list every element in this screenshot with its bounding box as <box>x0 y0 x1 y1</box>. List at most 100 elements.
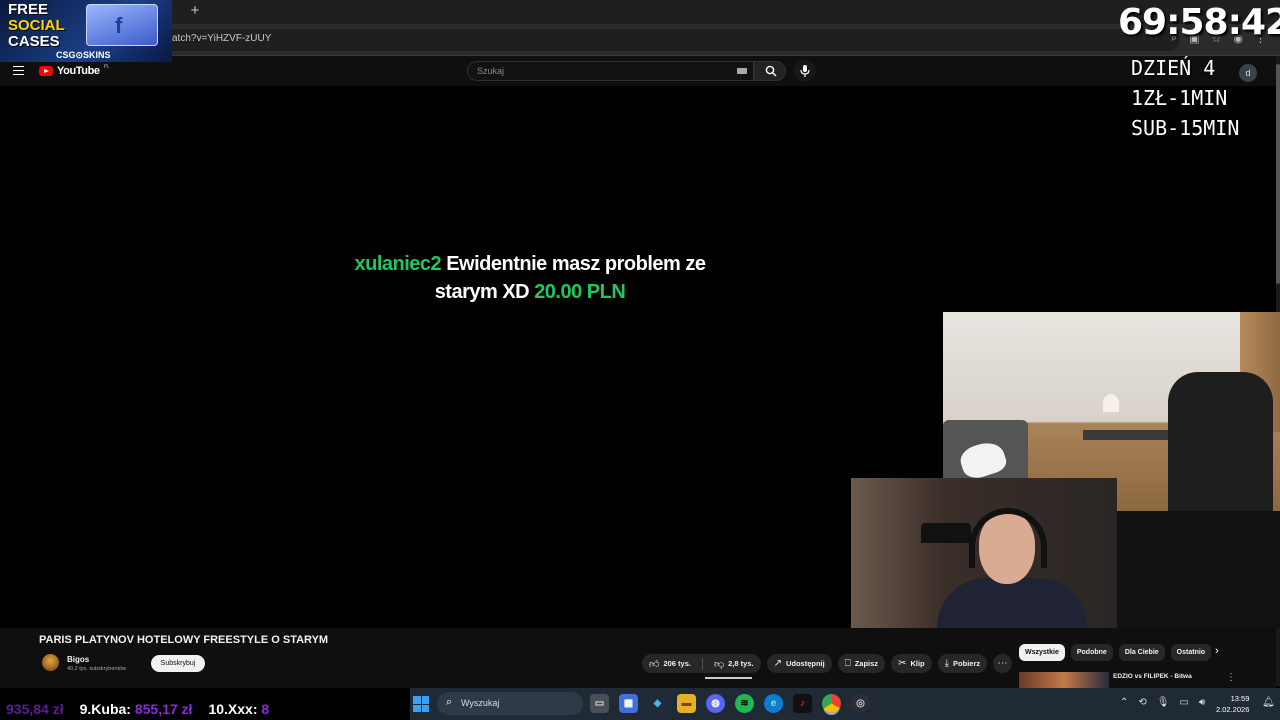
promo-line-3: CASES <box>8 33 60 50</box>
screen: × + atch?v=YiHZVF-zUUY ⌕ ▣ ☆ ◉ ⋮ YouTube… <box>0 0 1280 720</box>
leaderboard-name-9: 9.Kuba: <box>79 700 131 717</box>
obs-icon[interactable]: ◎ <box>851 694 870 713</box>
microphone-icon <box>800 65 810 77</box>
leaderboard-entry-10: 10.Xxx: 8 <box>208 701 269 717</box>
spotify-icon[interactable]: ≋ <box>735 694 754 713</box>
voice-search-button[interactable] <box>794 60 816 82</box>
youtube-wordmark: YouTube <box>57 65 100 77</box>
like-ratio-bar <box>705 677 752 679</box>
video-actions: 👍︎ 206 tys. 👎︎ 2,8 tys. ↗ Udostępnij ⎕ Z… <box>642 654 1013 673</box>
donation-line-1: xulaniec2 Ewidentnie masz problem ze <box>340 250 720 278</box>
channel-name[interactable]: Bigos <box>67 655 89 664</box>
share-icon: ↗ <box>773 658 782 669</box>
share-label: Udostępnij <box>785 659 825 668</box>
donation-message-1: Ewidentnie masz problem ze <box>446 253 706 275</box>
scrollbar-thumb[interactable] <box>1276 64 1280 284</box>
clip-button[interactable]: ✂ Klip <box>891 654 932 673</box>
clock-date: 2.02.2026 <box>1216 705 1250 714</box>
recommendation-chips: Wszystkie Podobne Dla Ciebie Ostatnio <box>1019 644 1212 661</box>
dislike-button[interactable]: 👎︎ 2,8 tys. <box>707 658 761 670</box>
file-explorer-icon[interactable]: ▬ <box>677 694 696 713</box>
download-button[interactable]: ⤓ Pobierz <box>937 654 988 673</box>
chevron-right-icon[interactable]: › <box>1215 645 1219 657</box>
chip-related[interactable]: Podobne <box>1070 644 1113 661</box>
donation-message-2: starym XD <box>434 281 530 303</box>
leaderboard-amount-9: 855,17 zł <box>134 700 193 717</box>
video-details: PARIS PLATYNOV HOTELOWY FREESTYLE O STAR… <box>0 628 1276 688</box>
system-clock[interactable]: 13:59 2.02.2026 <box>1216 693 1249 715</box>
sync-icon[interactable]: ⟲ <box>1138 697 1146 708</box>
camera-filler <box>1117 511 1280 628</box>
copilot-icon[interactable]: ◈ <box>648 694 667 713</box>
chip-recent[interactable]: Ostatnio <box>1170 644 1212 661</box>
search-input[interactable]: Szukaj <box>467 61 754 81</box>
search-icon: ⌕ <box>446 696 453 708</box>
taskbar-search[interactable]: ⌕ Wyszukaj <box>437 692 583 715</box>
more-actions-button[interactable]: ⋯ <box>993 654 1013 673</box>
donation-user: xulaniec2 <box>354 253 442 275</box>
chip-for-you[interactable]: Dla Ciebie <box>1118 644 1165 661</box>
youtube-header: YouTube PL Szukaj d <box>0 56 1280 86</box>
tiktok-icon[interactable]: ♪ <box>793 694 812 713</box>
share-button[interactable]: ↗ Udostępnij <box>766 654 832 673</box>
account-avatar[interactable]: d <box>1239 64 1257 82</box>
download-icon: ⤓ <box>944 658 950 669</box>
new-tab-button[interactable]: + <box>188 3 202 19</box>
like-dislike-group: 👍︎ 206 tys. 👎︎ 2,8 tys. <box>642 654 761 673</box>
discord-icon[interactable]: ◍ <box>706 694 725 713</box>
promo-line-2: SOCIAL <box>8 17 65 34</box>
chevron-up-icon[interactable]: ⌃ <box>1120 697 1128 708</box>
save-label: Zapisz <box>854 659 879 668</box>
youtube-logo[interactable]: YouTube PL <box>39 64 110 77</box>
donation-line-2: starym XD 20.00 PLN <box>340 278 720 306</box>
stream-info-sub: SUB-15MIN <box>1131 116 1240 140</box>
lamp <box>1103 394 1119 412</box>
store-icon[interactable]: ▦ <box>619 694 638 713</box>
headset <box>969 508 1047 568</box>
promo-banner: FREE SOCIAL CASES CSG⊙SKINS <box>0 0 172 62</box>
microphone-icon[interactable]: 🎙︎ <box>1157 697 1170 708</box>
recommendation-title[interactable]: EDZIO vs FILIPEK - Bitwa <box>1113 673 1213 681</box>
promo-text: FREE SOCIAL CASES <box>8 2 65 50</box>
donation-alert: xulaniec2 Ewidentnie masz problem ze sta… <box>340 250 720 306</box>
chrome-icon[interactable] <box>822 694 841 713</box>
volume-icon[interactable]: 🔊︎ <box>1199 697 1205 708</box>
taskbar-search-label: Wyszukaj <box>461 698 500 708</box>
donation-amount: 20.00 PLN <box>534 281 626 303</box>
subscribe-button[interactable]: Subskrybuj <box>151 655 205 672</box>
task-view-icon[interactable]: ▭ <box>590 694 609 713</box>
case-image <box>86 4 158 46</box>
url-field[interactable]: atch?v=YiHZVF-zUUY <box>160 29 1180 51</box>
search-icon <box>765 65 777 77</box>
like-button[interactable]: 👍︎ 206 tys. <box>642 658 698 670</box>
keyboard-icon[interactable] <box>737 68 747 74</box>
leaderboard-amount-8: 935,84 zł <box>6 700 64 717</box>
chip-all[interactable]: Wszystkie <box>1019 644 1065 661</box>
bookmark-icon: ⎕ <box>844 658 851 669</box>
search-button[interactable] <box>754 61 786 81</box>
promo-brand: CSG⊙SKINS <box>56 50 111 60</box>
like-count: 206 tys. <box>663 659 691 668</box>
recommendation-thumbnail[interactable] <box>1019 672 1109 688</box>
clock-time: 13:59 <box>1230 694 1250 703</box>
system-tray: ⌃ ⟲ 🎙︎ ▭ 🔊︎ <box>1120 697 1205 708</box>
thumbs-up-icon: 👍︎ <box>649 658 660 670</box>
more-horizontal-icon: ⋯ <box>997 658 1008 669</box>
save-button[interactable]: ⎕ Zapisz <box>837 654 886 673</box>
face-camera <box>851 478 1117 628</box>
promo-line-1: FREE <box>8 1 49 18</box>
more-vertical-icon[interactable]: ⋮ <box>1226 672 1236 683</box>
gaming-chair <box>1168 372 1273 511</box>
country-code: PL <box>103 64 110 70</box>
network-icon[interactable]: ▭ <box>1179 697 1188 708</box>
browser-address-bar: atch?v=YiHZVF-zUUY ⌕ ▣ ☆ ◉ ⋮ <box>0 24 1280 56</box>
leaderboard-entry-9: 9.Kuba: 855,17 zł <box>80 701 193 717</box>
leaderboard-amount-10: 8 <box>261 700 270 717</box>
browser-tab-bar: × + <box>0 0 1280 24</box>
notification-icon[interactable]: 🔔︎ <box>1262 697 1275 708</box>
channel-avatar[interactable] <box>42 654 59 671</box>
windows-start-icon[interactable] <box>413 696 429 712</box>
edge-icon[interactable]: e <box>764 694 783 713</box>
subscriber-count: 40,2 tys. subskrybentów <box>67 666 127 672</box>
menu-icon[interactable] <box>13 66 24 75</box>
